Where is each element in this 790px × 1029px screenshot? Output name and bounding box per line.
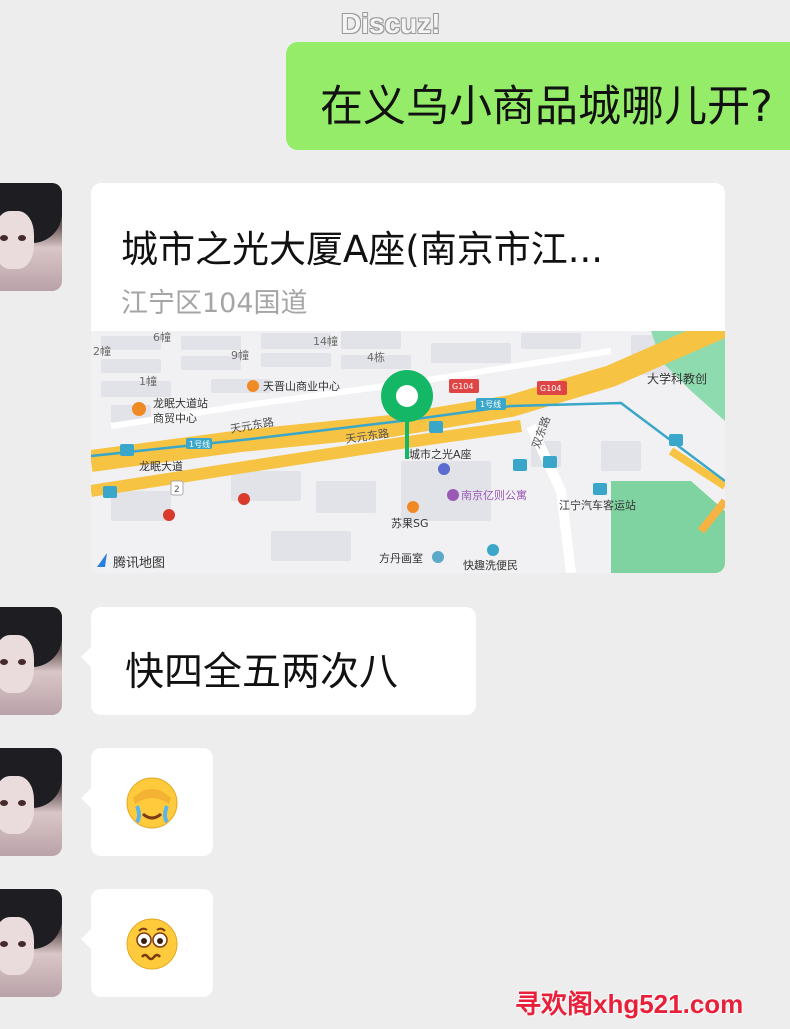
highway-shield-label: G104 bbox=[452, 382, 473, 391]
map-label: 4栋 bbox=[367, 350, 385, 364]
outgoing-message-text: 在义乌小商品城哪儿开? bbox=[320, 82, 773, 132]
map-label: 大学科教创 bbox=[647, 371, 707, 386]
map-label: 2 bbox=[174, 485, 180, 495]
map-label: 2幢 bbox=[93, 344, 111, 358]
map-label: 龙眠大道站 bbox=[153, 396, 208, 410]
location-title: 城市之光大厦A座(南京市江... bbox=[121, 228, 604, 271]
map-label: 江宁汽车客运站 bbox=[559, 498, 636, 512]
map-label: 龙眠大道 bbox=[139, 459, 183, 473]
metro-label: 1号线 bbox=[480, 399, 501, 409]
map-label: 苏果SG bbox=[391, 517, 429, 530]
map-label: 1幢 bbox=[139, 374, 157, 388]
map-label: 6幢 bbox=[153, 331, 171, 344]
location-address: 江宁区104国道 bbox=[121, 288, 308, 319]
outgoing-message-bubble[interactable]: 在义乌小商品城哪儿开? bbox=[286, 42, 790, 150]
facepalm-crying-emoji-icon bbox=[126, 777, 178, 829]
avatar[interactable] bbox=[0, 183, 62, 291]
worried-face-emoji-icon bbox=[126, 918, 178, 970]
avatar[interactable] bbox=[0, 748, 62, 856]
highway-shield-label: G104 bbox=[540, 384, 561, 393]
incoming-message-bubble[interactable]: 快四全五两次八 bbox=[81, 607, 476, 715]
map-label: 天晋山商业中心 bbox=[263, 379, 340, 393]
avatar[interactable] bbox=[0, 889, 62, 997]
map-label: 南京亿则公寓 bbox=[461, 488, 527, 502]
map-label: 快趣洗便民 bbox=[463, 558, 518, 572]
watermark-bottom: 寻欢阁xhg521.com bbox=[515, 989, 744, 1019]
avatar[interactable] bbox=[0, 607, 62, 715]
location-card[interactable]: 城市之光大厦A座(南京市江... 江宁区104国道 6幢 2幢 9幢 14幢 4… bbox=[91, 183, 725, 573]
map-label: 方丹画室 bbox=[379, 551, 423, 565]
incoming-message-text: 快四全五两次八 bbox=[125, 650, 399, 695]
map-label: 14幢 bbox=[313, 334, 338, 348]
map-provider-label: 腾讯地图 bbox=[113, 555, 165, 571]
emoji-message-bubble[interactable] bbox=[81, 748, 213, 856]
map-label: 商贸中心 bbox=[153, 411, 197, 425]
emoji-message-bubble[interactable] bbox=[81, 889, 213, 997]
location-map[interactable]: 6幢 2幢 9幢 14幢 4栋 1幢 天晋山商业中心 龙眠大道站 商贸中心 龙眠… bbox=[91, 331, 725, 573]
metro-label: 1号线 bbox=[189, 439, 210, 449]
map-label: 9幢 bbox=[231, 348, 249, 362]
map-label: 城市之光A座 bbox=[409, 447, 472, 461]
watermark-top: Discuz! bbox=[341, 8, 441, 39]
